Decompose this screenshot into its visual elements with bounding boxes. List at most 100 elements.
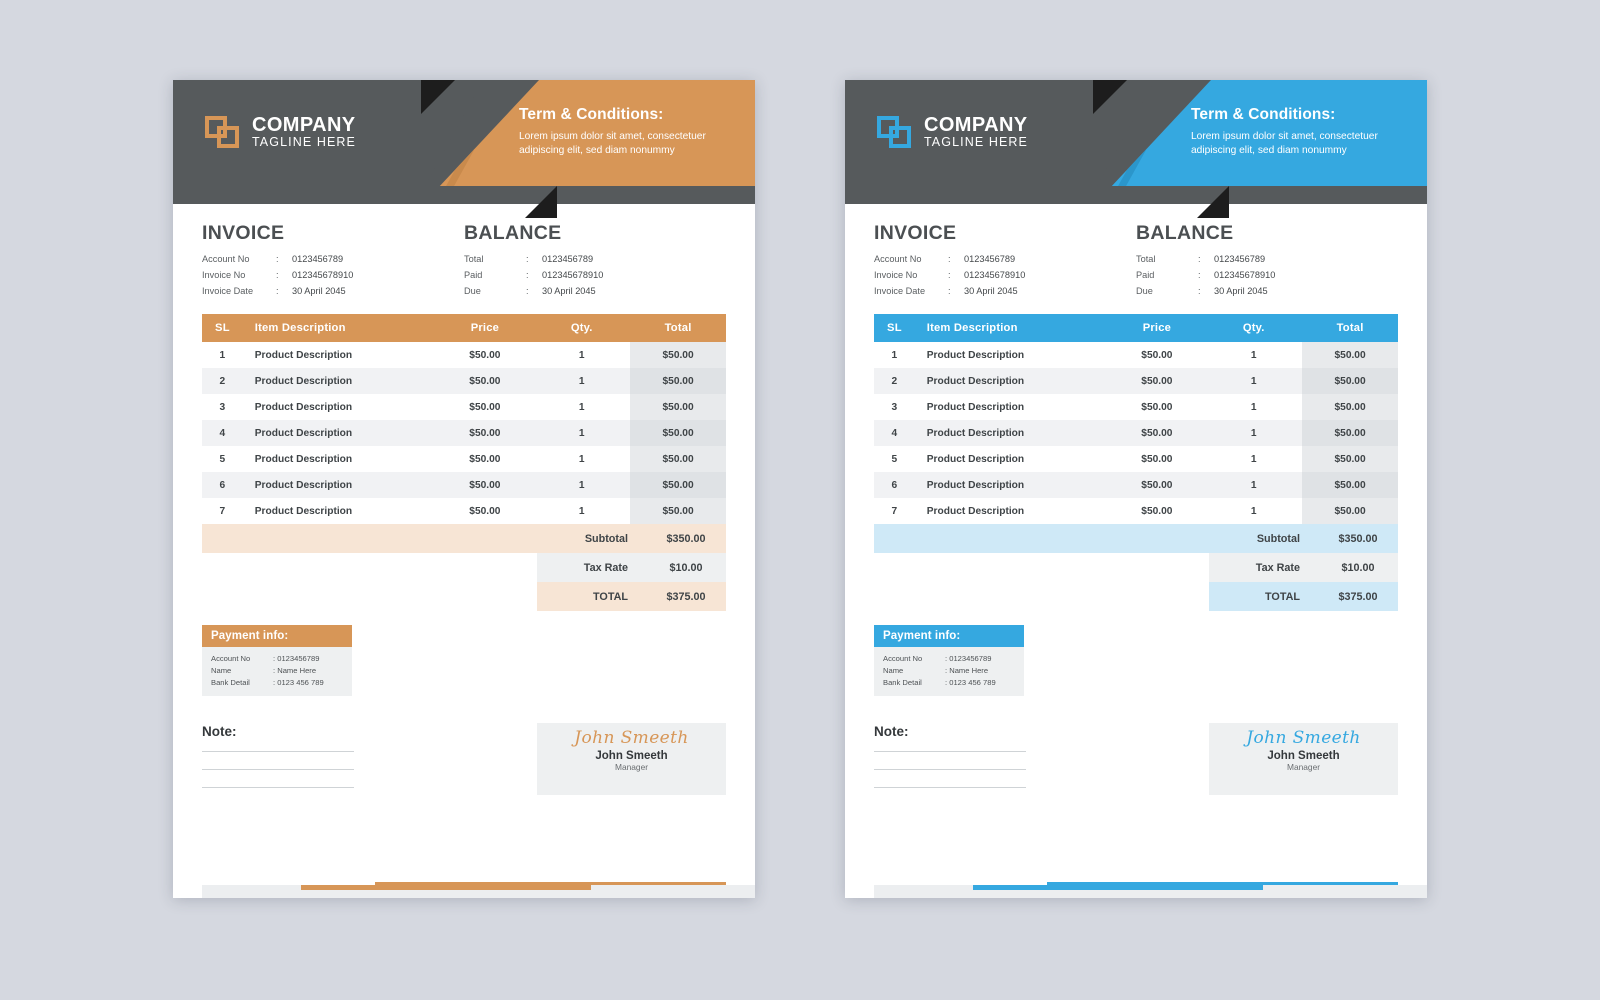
meta-value: 0123456789 xyxy=(542,254,594,264)
payment-info-row: Name : Name Here xyxy=(883,665,1015,677)
note-line[interactable] xyxy=(874,787,1026,789)
total-value: $375.00 xyxy=(666,590,706,603)
note-line[interactable] xyxy=(874,751,1026,753)
table-cell: $50.00 xyxy=(630,368,726,395)
col-header-sl: SL xyxy=(874,314,915,343)
meta-value: 012345678910 xyxy=(964,269,1026,280)
signature-scribble: John Smeeth xyxy=(1246,728,1361,749)
table-cell: 5 xyxy=(891,453,898,465)
meta-separator: : xyxy=(276,269,279,280)
col-header-desc: Item Description xyxy=(242,314,437,343)
table-cell: 1 xyxy=(578,375,585,387)
table-cell: Product Description xyxy=(926,453,1025,465)
subtotal-value: $350.00 xyxy=(666,532,706,545)
table-cell: $50.00 xyxy=(630,394,726,421)
meta-label: Invoice Date xyxy=(874,285,926,296)
signature-name: John Smeeth xyxy=(1267,750,1340,763)
table-cell: 1 xyxy=(891,349,898,361)
totals-table: Subtotal $350.00 Tax Rate $10.00 TOTAL $… xyxy=(1209,524,1398,612)
table-row: 7 Product Description $50.00 1 $50.00 xyxy=(202,498,726,525)
payment-info-row: Account No : 0123456789 xyxy=(883,653,1015,665)
subtotal-value: $350.00 xyxy=(1338,532,1378,545)
terms-and-conditions: Term & Conditions: Lorem ipsum dolor sit… xyxy=(519,106,741,159)
balance-meta-row: Due : 30 April 2045 xyxy=(464,284,726,300)
line-items-body: 1 Product Description $50.00 1 $50.00 2 Produc… xyxy=(874,342,1398,525)
note-section: Note: xyxy=(874,724,1026,805)
table-cell: $50.00 xyxy=(1302,394,1398,421)
meta-separator: : xyxy=(1198,269,1201,280)
note-line[interactable] xyxy=(202,751,354,753)
table-cell: $50.00 xyxy=(1141,479,1173,491)
table-cell: 1 xyxy=(1250,453,1257,465)
payment-info-value: : 0123456789 xyxy=(273,654,320,664)
invoice-heading: INVOICE xyxy=(202,222,285,244)
meta-separator: : xyxy=(1198,254,1201,264)
invoice-meta: INVOICE Account No : 0123456789 Invoice … xyxy=(202,222,726,299)
meta-separator: : xyxy=(276,285,279,296)
table-cell: 1 xyxy=(1250,349,1257,361)
overlapping-squares-icon xyxy=(205,115,241,149)
table-cell: $50.00 xyxy=(469,349,501,361)
terms-and-conditions: Term & Conditions: Lorem ipsum dolor sit… xyxy=(1191,106,1413,159)
invoice-meta: INVOICE Account No : 0123456789 Invoice … xyxy=(874,222,1398,299)
table-cell: $50.00 xyxy=(469,479,501,491)
payment-info: Payment info: Account No : 0123456789 Na… xyxy=(874,625,1024,696)
table-header-row: SL Item Description Price Qty. Total xyxy=(874,314,1398,343)
col-header-total: Total xyxy=(1302,314,1398,343)
invoice-template-stage: COMPANY TAGLINE HERE Term & Conditions: … xyxy=(0,0,1600,1000)
table-cell: Product Description xyxy=(254,427,353,439)
note-line[interactable] xyxy=(202,769,354,771)
meta-separator: : xyxy=(276,254,279,264)
meta-label: Paid xyxy=(464,269,483,280)
company-logo[interactable]: COMPANY TAGLINE HERE xyxy=(877,115,1028,149)
meta-label: Paid xyxy=(1136,269,1155,280)
invoice-page-blue: COMPANY TAGLINE HERE Term & Conditions: … xyxy=(845,80,1427,898)
note-section: Note: xyxy=(202,724,354,805)
payment-info-row: Bank Detail : 0123 456 789 xyxy=(883,677,1015,689)
note-line[interactable] xyxy=(874,769,1026,771)
table-cell: Product Description xyxy=(254,401,353,413)
table-cell: $50.00 xyxy=(1141,505,1173,517)
table-row: 4 Product Description $50.00 1 $50.00 xyxy=(202,420,726,447)
meta-separator: : xyxy=(948,269,951,280)
payment-info-body: Account No : 0123456789 Name : Name Here… xyxy=(874,647,1024,696)
table-cell: $50.00 xyxy=(630,420,726,447)
meta-label: Due xyxy=(464,285,481,296)
payment-info-label: Name xyxy=(211,666,232,676)
totals-table: Subtotal $350.00 Tax Rate $10.00 TOTAL $… xyxy=(537,524,726,612)
table-cell: $50.00 xyxy=(469,505,501,517)
table-row: 3 Product Description $50.00 1 $50.00 xyxy=(202,394,726,421)
table-cell: $50.00 xyxy=(469,427,501,439)
table-cell: 4 xyxy=(219,427,226,439)
overlapping-squares-icon xyxy=(877,115,913,149)
subtotal-label: Subtotal xyxy=(1256,532,1300,545)
invoice-meta-row: Invoice No : 012345678910 xyxy=(202,268,464,284)
col-header-desc: Item Description xyxy=(914,314,1109,343)
balance-heading: BALANCE xyxy=(1136,222,1234,244)
footer-accent-bar xyxy=(301,885,591,890)
meta-separator: : xyxy=(1198,285,1201,296)
table-cell: 2 xyxy=(891,375,898,387)
table-cell: $50.00 xyxy=(469,401,501,413)
meta-value: 30 April 2045 xyxy=(292,285,346,296)
page-header: COMPANY TAGLINE HERE Term & Conditions: … xyxy=(845,80,1427,218)
table-cell: 1 xyxy=(578,401,585,413)
header-triangle-bottom-icon xyxy=(525,186,557,218)
table-cell: $50.00 xyxy=(1302,446,1398,473)
table-cell: $50.00 xyxy=(1302,342,1398,369)
meta-label: Account No xyxy=(202,254,250,264)
meta-separator: : xyxy=(948,285,951,296)
company-logo[interactable]: COMPANY TAGLINE HERE xyxy=(205,115,356,149)
signature-role: Manager xyxy=(614,762,649,773)
table-cell: 1 xyxy=(578,349,585,361)
table-row: 1 Product Description $50.00 1 $50.00 xyxy=(874,342,1398,369)
terms-body: Lorem ipsum dolor sit amet, consectetuer… xyxy=(519,131,706,157)
tax-label: Tax Rate xyxy=(1255,561,1300,574)
table-cell: $50.00 xyxy=(1141,349,1173,361)
tax-value: $10.00 xyxy=(669,561,703,574)
page-footer xyxy=(173,880,755,898)
meta-separator: : xyxy=(526,269,529,280)
note-line[interactable] xyxy=(202,787,354,789)
header-triangle-top-icon xyxy=(1093,80,1127,114)
table-cell: $50.00 xyxy=(1302,420,1398,447)
